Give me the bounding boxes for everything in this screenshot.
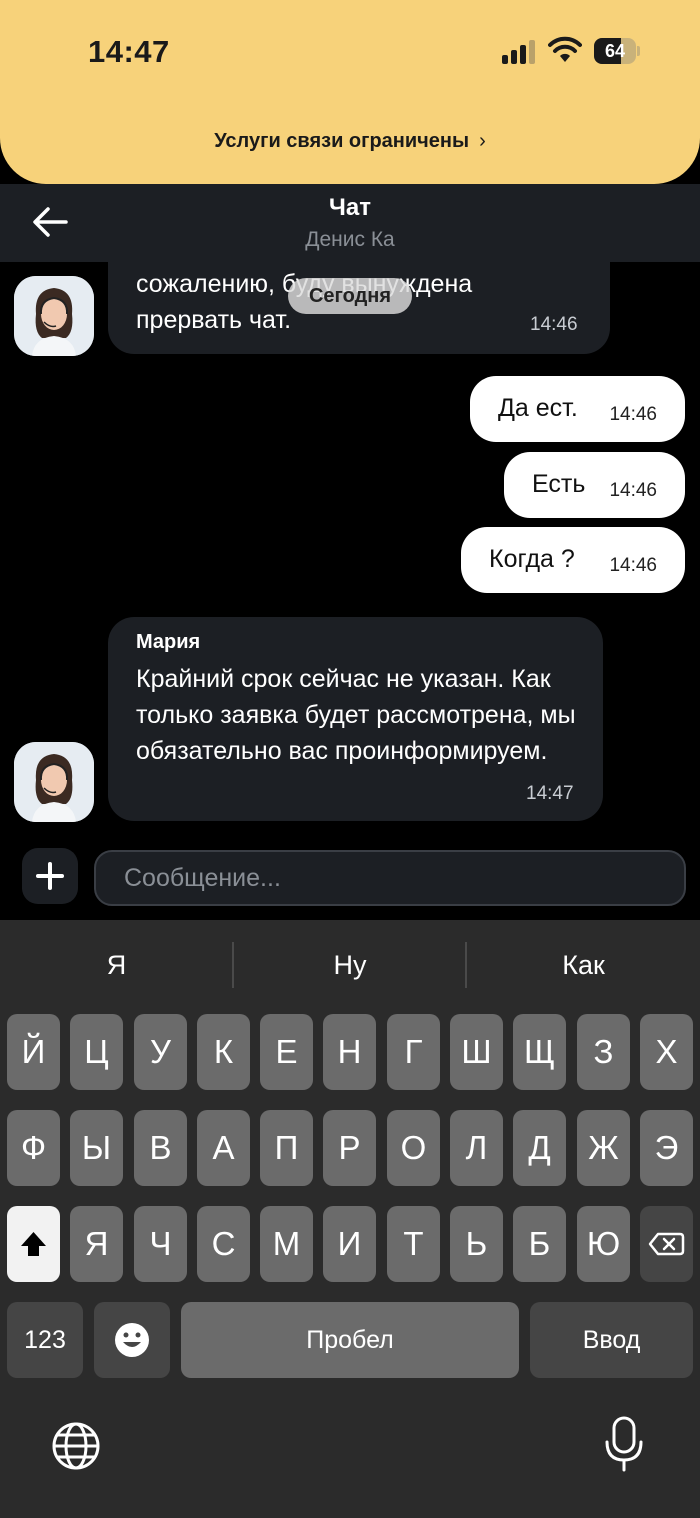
emoji-icon: [115, 1323, 149, 1357]
agent-avatar: [14, 742, 94, 822]
chat-header: Чат Денис Ка: [0, 184, 700, 262]
key[interactable]: У: [134, 1014, 187, 1090]
shift-icon: [21, 1232, 46, 1256]
emoji-key[interactable]: [94, 1302, 170, 1378]
attach-plus-button[interactable]: [22, 848, 78, 904]
chevron-right-icon: ›: [479, 130, 486, 152]
chat-subtitle: Денис Ка: [305, 228, 395, 251]
message-text: Крайний срок сейчас не указан. Как тольк…: [136, 665, 576, 765]
message-outgoing[interactable]: Есть 14:46: [504, 452, 685, 518]
message-text: Когда ?: [489, 545, 575, 573]
key[interactable]: Т: [387, 1206, 440, 1282]
return-key[interactable]: Ввод: [530, 1302, 693, 1378]
key[interactable]: Р: [323, 1110, 376, 1186]
backspace-icon: [648, 1232, 685, 1256]
wifi-icon: [548, 36, 582, 62]
message-list[interactable]: сожалению, буду вынуждена прервать чат. …: [0, 262, 700, 834]
backspace-key[interactable]: [640, 1206, 693, 1282]
message-sender: Мария: [136, 631, 201, 653]
message-text: Да ест.: [498, 394, 578, 422]
connection-warning-banner[interactable]: 14:47 64 Услуги связи ограничены ›: [0, 0, 700, 184]
banner-text: Услуги связи ограничены ›: [0, 130, 700, 153]
battery-level: 64: [604, 41, 626, 61]
key[interactable]: С: [197, 1206, 250, 1282]
on-screen-keyboard: Я Ну Как Й Ц У К Е Н Г Ш Щ З Х Ф Ы В А П…: [0, 920, 700, 1518]
message-input[interactable]: [94, 850, 686, 906]
agent-avatar: [14, 276, 94, 356]
key[interactable]: Е: [260, 1014, 313, 1090]
key[interactable]: К: [197, 1014, 250, 1090]
banner-label: Услуги связи ограничены: [214, 130, 470, 152]
message-text: Есть: [532, 470, 586, 498]
message-time: 14:46: [609, 480, 657, 501]
space-key[interactable]: Пробел: [181, 1302, 519, 1378]
key[interactable]: О: [387, 1110, 440, 1186]
message-outgoing[interactable]: Да ест. 14:46: [470, 376, 685, 442]
message-incoming[interactable]: Мария Крайний срок сейчас не указан. Как…: [108, 617, 603, 821]
message-time: 14:47: [526, 783, 574, 804]
key[interactable]: Ч: [134, 1206, 187, 1282]
key[interactable]: З: [577, 1014, 630, 1090]
key[interactable]: Ж: [577, 1110, 630, 1186]
key[interactable]: П: [260, 1110, 313, 1186]
key[interactable]: И: [323, 1206, 376, 1282]
shift-key[interactable]: [7, 1206, 60, 1282]
key[interactable]: Ы: [70, 1110, 123, 1186]
message-outgoing[interactable]: Когда ? 14:46: [461, 527, 685, 593]
key[interactable]: М: [260, 1206, 313, 1282]
key[interactable]: Н: [323, 1014, 376, 1090]
key[interactable]: Ф: [7, 1110, 60, 1186]
page-title: Чат: [329, 194, 371, 221]
suggestion-1[interactable]: Я: [0, 942, 233, 988]
key[interactable]: Б: [513, 1206, 566, 1282]
key[interactable]: Ь: [450, 1206, 503, 1282]
key[interactable]: Г: [387, 1014, 440, 1090]
key[interactable]: Ц: [70, 1014, 123, 1090]
key[interactable]: Д: [513, 1110, 566, 1186]
key[interactable]: В: [134, 1110, 187, 1186]
globe-icon[interactable]: [50, 1420, 102, 1472]
numbers-key[interactable]: 123: [7, 1302, 83, 1378]
key[interactable]: А: [197, 1110, 250, 1186]
suggestion-2[interactable]: Ну: [234, 942, 466, 988]
signal-icon: [502, 40, 536, 64]
suggestion-3[interactable]: Как: [467, 942, 700, 988]
date-separator: Сегодня: [288, 278, 412, 314]
message-time: 14:46: [530, 314, 578, 335]
battery-icon: 64: [594, 38, 640, 64]
message-time: 14:46: [609, 404, 657, 425]
key[interactable]: Ш: [450, 1014, 503, 1090]
message-composer: [0, 834, 700, 920]
microphone-icon[interactable]: [602, 1414, 646, 1474]
key[interactable]: Я: [70, 1206, 123, 1282]
key[interactable]: Ю: [577, 1206, 630, 1282]
status-time: 14:47: [88, 34, 170, 69]
key[interactable]: Х: [640, 1014, 693, 1090]
key[interactable]: Л: [450, 1110, 503, 1186]
message-time: 14:46: [609, 555, 657, 576]
key[interactable]: Й: [7, 1014, 60, 1090]
key[interactable]: Э: [640, 1110, 693, 1186]
key[interactable]: Щ: [513, 1014, 566, 1090]
